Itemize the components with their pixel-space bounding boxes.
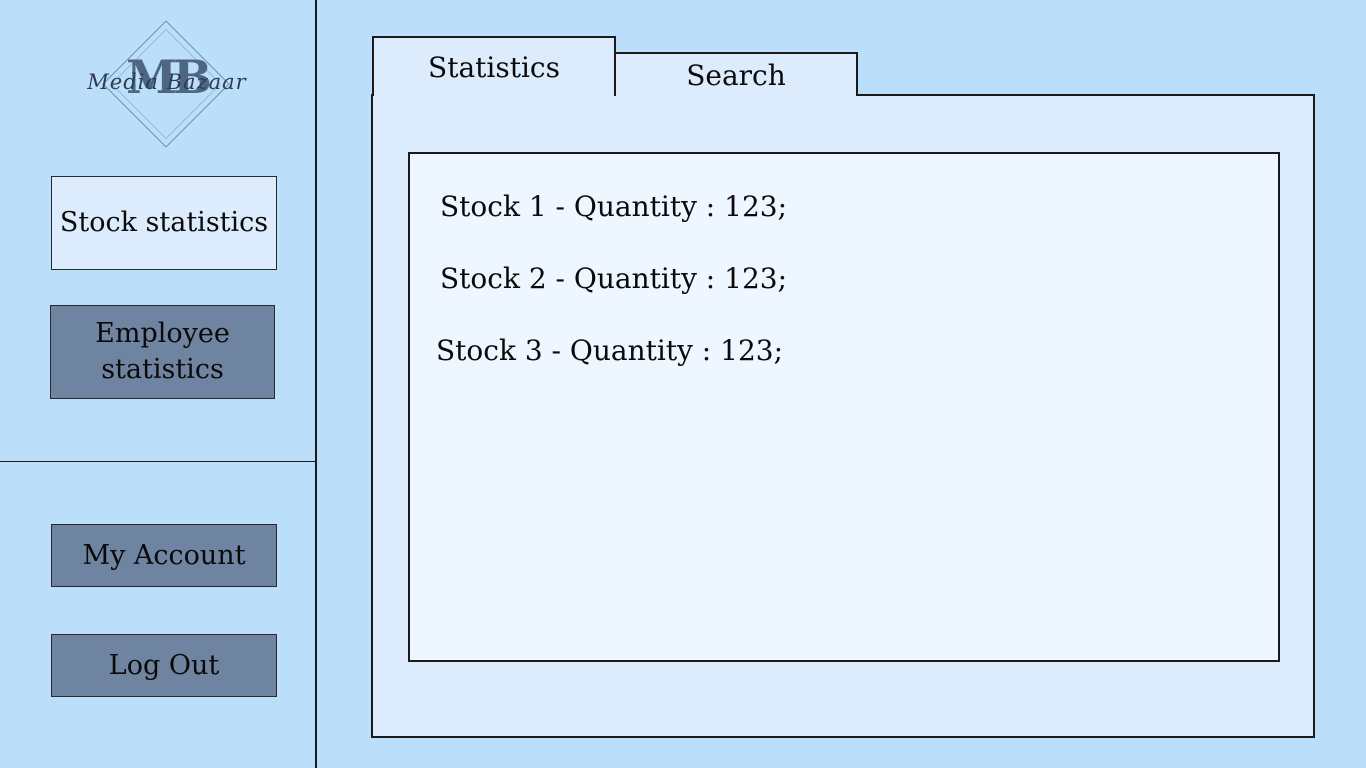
tab-search-label: Search xyxy=(686,58,786,92)
tab-statistics[interactable]: Statistics xyxy=(372,36,616,96)
sidebar-divider xyxy=(0,461,315,462)
stock-list-box: Stock 1 - Quantity : 123; Stock 2 - Quan… xyxy=(408,152,1280,662)
logo-script-text: Media Bazaar xyxy=(87,70,247,94)
log-out-button[interactable]: Log Out xyxy=(51,634,277,697)
employee-statistics-button[interactable]: Employee statistics xyxy=(50,305,275,399)
stock-statistics-button[interactable]: Stock statistics xyxy=(51,176,277,270)
stock-statistics-label: Stock statistics xyxy=(59,207,269,238)
tab-search[interactable]: Search xyxy=(614,52,858,96)
stock-list-item: Stock 2 - Quantity : 123; xyxy=(440,262,788,295)
media-bazaar-logo: MB Media Bazaar xyxy=(84,20,250,148)
log-out-label: Log Out xyxy=(108,649,220,681)
stock-list-item: Stock 3 - Quantity : 123; xyxy=(436,334,784,367)
my-account-label: My Account xyxy=(82,539,246,571)
tab-statistics-label: Statistics xyxy=(428,50,560,84)
stock-list-item: Stock 1 - Quantity : 123; xyxy=(440,190,788,223)
employee-statistics-label: Employee statistics xyxy=(95,318,230,385)
my-account-button[interactable]: My Account xyxy=(51,524,277,587)
sidebar: MB Media Bazaar Stock statistics Employe… xyxy=(0,0,317,768)
